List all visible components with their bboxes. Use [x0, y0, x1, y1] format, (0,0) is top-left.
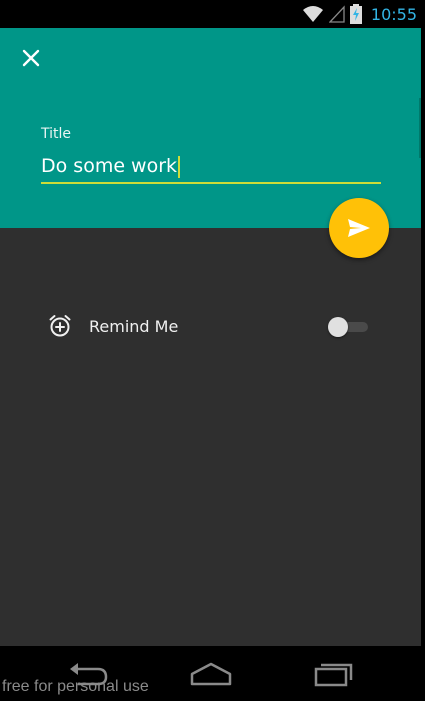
remind-me-label: Remind Me	[89, 317, 179, 336]
watermark-text: free for personal use	[2, 678, 149, 695]
close-icon	[22, 49, 40, 67]
edit-task-screen: Title Do some work Remind Me	[0, 28, 421, 646]
send-icon	[348, 219, 370, 237]
status-bar: 10:55	[0, 0, 425, 28]
toggle-thumb	[328, 317, 348, 337]
home-button[interactable]	[190, 660, 232, 688]
recents-button[interactable]	[313, 660, 353, 688]
title-input-value: Do some work	[41, 155, 178, 177]
status-time: 10:55	[370, 4, 417, 24]
close-button[interactable]	[18, 45, 44, 71]
title-input[interactable]: Do some work	[41, 150, 381, 184]
recents-icon	[314, 663, 353, 687]
wifi-icon	[302, 6, 323, 22]
title-field-label: Title	[41, 126, 72, 142]
status-icons: 10:55	[302, 4, 417, 24]
alarm-add-icon	[49, 315, 71, 337]
send-button[interactable]	[329, 198, 389, 258]
edge-divider	[419, 98, 421, 158]
text-caret	[178, 155, 181, 178]
battery-charging-icon	[349, 4, 362, 24]
home-icon	[190, 662, 232, 686]
remind-me-toggle[interactable]	[328, 317, 368, 337]
signal-icon	[328, 5, 345, 23]
remind-me-row[interactable]: Remind Me	[48, 311, 373, 343]
